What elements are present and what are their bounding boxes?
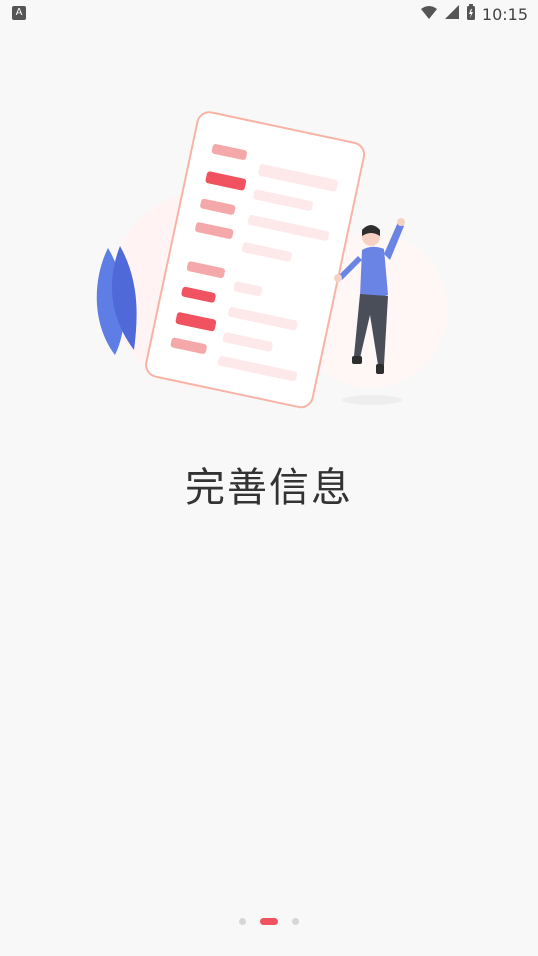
app-notification-icon: A (12, 6, 26, 20)
app-notification-letter: A (15, 7, 23, 18)
page-dot-2-active[interactable] (260, 917, 278, 925)
status-time: 10:15 (481, 4, 528, 24)
wifi-icon (420, 4, 438, 24)
onboarding-illustration (80, 70, 460, 415)
page-dot-3[interactable] (292, 917, 299, 925)
signal-icon (444, 4, 460, 24)
status-bar: A 10:15 (0, 0, 538, 28)
page-title: 完善信息 (185, 465, 353, 511)
battery-icon (466, 3, 476, 25)
status-right: 10:15 (420, 4, 528, 24)
page-indicator (0, 912, 538, 930)
page-dot-1[interactable] (239, 917, 246, 925)
